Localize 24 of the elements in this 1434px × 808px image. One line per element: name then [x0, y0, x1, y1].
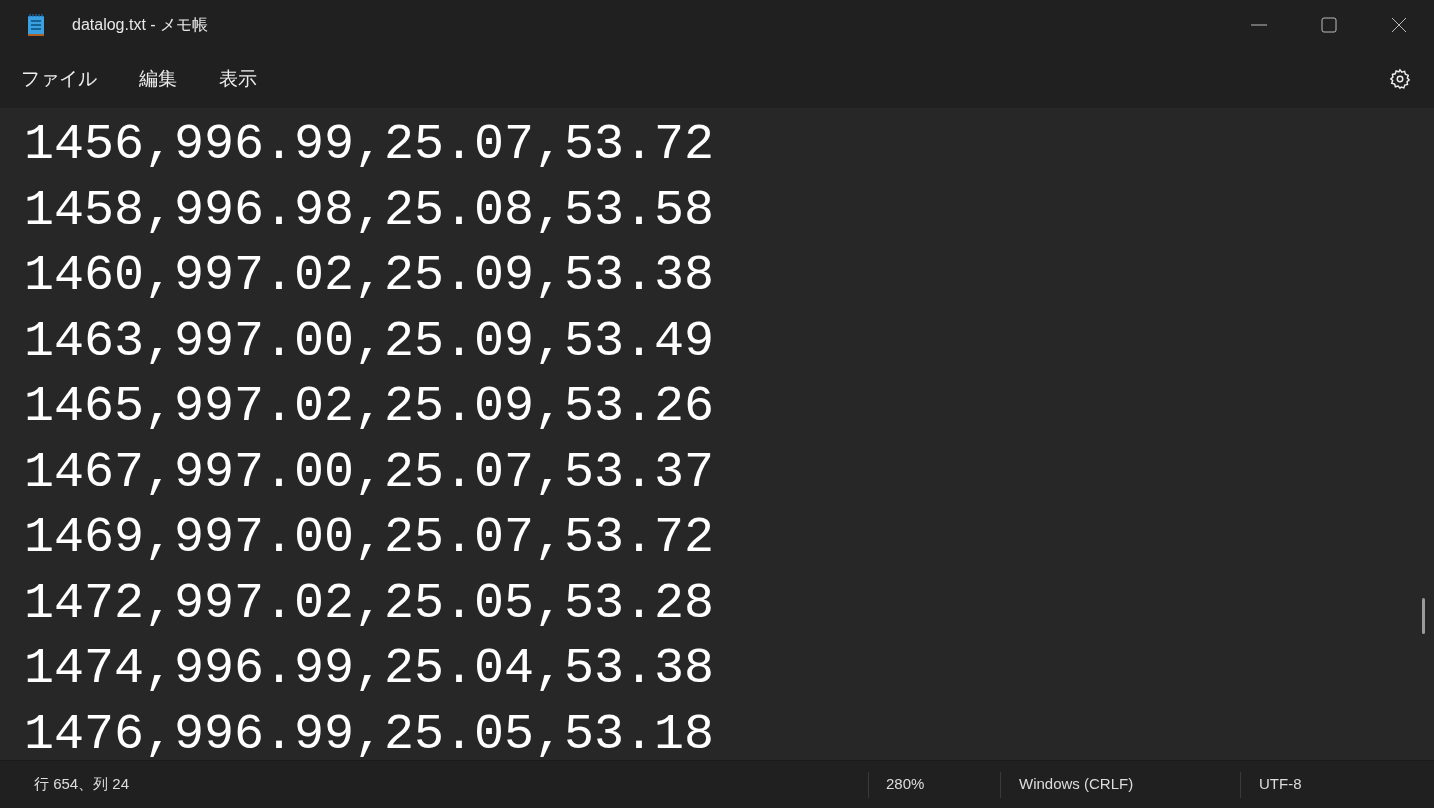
maximize-icon: [1321, 17, 1337, 33]
text-line: 1460,997.02,25.09,53.38: [24, 246, 715, 306]
text-line: 1458,996.98,25.08,53.58: [24, 180, 715, 241]
settings-icon: [1389, 68, 1411, 90]
line-ending: Windows (CRLF): [1018, 774, 1135, 795]
scrollbar-thumb[interactable]: [1422, 598, 1425, 634]
text-line: 1465,997.02,25.09,53.26: [24, 377, 715, 437]
menu-item[interactable]: 表示: [208, 58, 268, 100]
zoom-level: 280%: [885, 774, 926, 795]
close-icon: [1391, 17, 1407, 33]
text-line: 1469,997.00,25.07,53.72: [24, 508, 715, 568]
window-title: datalog.txt - メモ帳: [72, 15, 209, 35]
minimize-icon: [1251, 24, 1267, 26]
text-line: 1476,996.99,25.05,53.18: [24, 704, 715, 760]
notepad-icon: [27, 13, 45, 37]
cursor-position: 行 654、列 24: [33, 774, 131, 795]
text-line: 1474,996.99,25.04,53.38: [24, 639, 715, 699]
text-line: 1472,997.02,25.05,53.28: [24, 573, 715, 634]
menu-item[interactable]: ファイル: [10, 58, 108, 100]
encoding: UTF-8: [1258, 774, 1302, 795]
text-line: 1456,996.99,25.07,53.72: [24, 115, 715, 175]
menu-item[interactable]: 編集: [128, 58, 188, 100]
text-line: 1467,997.00,25.07,53.37: [24, 442, 715, 503]
text-line: 1463,997.00,25.09,53.49: [24, 311, 715, 372]
